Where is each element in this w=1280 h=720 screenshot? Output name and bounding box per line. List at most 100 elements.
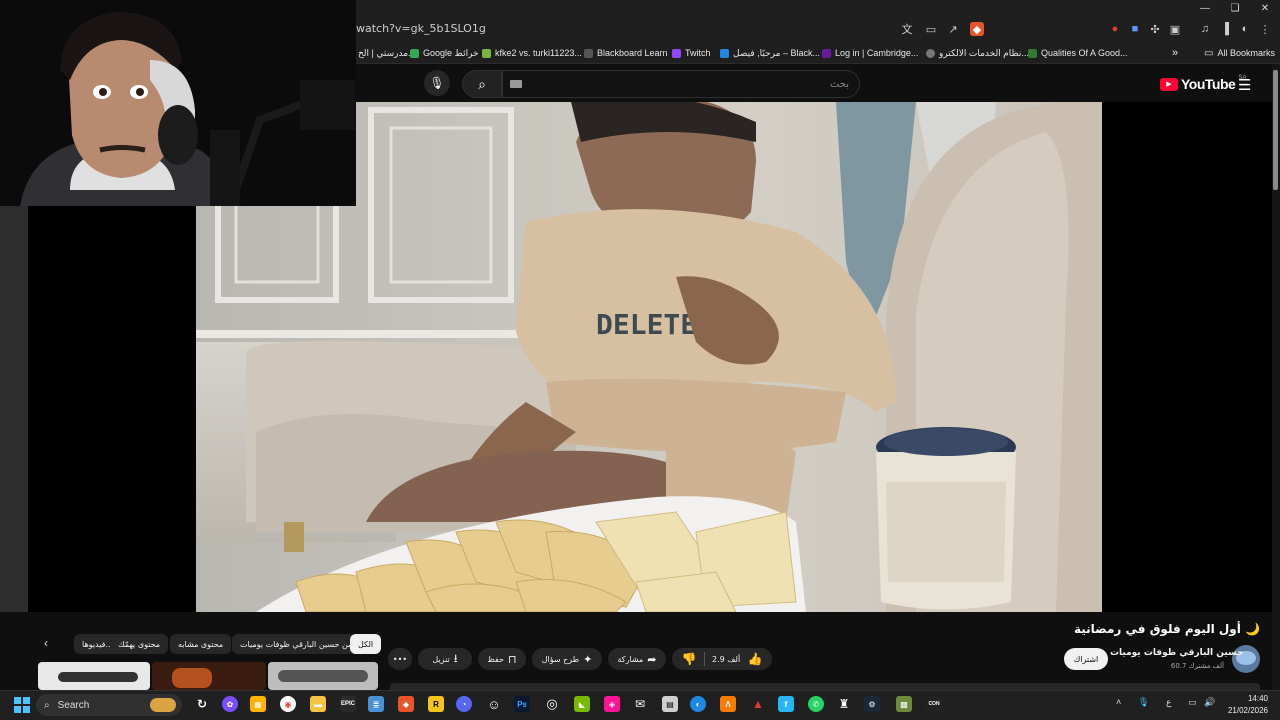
all-bookmarks-button[interactable]: ▭ All Bookmarks [1204, 46, 1275, 60]
sidepanel-icon[interactable]: ▐ [1218, 22, 1232, 36]
url-field[interactable]: watch?v=gk_5b1SLO1g [356, 22, 486, 35]
extension-translate-icon[interactable]: ■ [1128, 22, 1142, 36]
extensions-puzzle-icon[interactable]: ✣ [1148, 22, 1162, 36]
network-icon[interactable]: ▭ [1188, 697, 1197, 708]
tray-overflow-icon[interactable]: ˄ [1116, 697, 1121, 707]
menu-icon[interactable]: ☰ [1238, 76, 1251, 94]
search-input[interactable]: بحث [502, 70, 860, 98]
bookmarks-overflow-icon[interactable]: » [1172, 46, 1178, 60]
epic-games-icon[interactable]: EPIC [340, 696, 356, 712]
discord-icon[interactable]: ◔ [456, 696, 472, 712]
bookmark-item[interactable]: مرحبًا, فيصل – Black... [720, 46, 820, 60]
recommended-thumbnail[interactable] [38, 662, 150, 690]
notepad-icon[interactable]: ≣ [368, 696, 384, 712]
bookmark-item[interactable]: Log in | Cambridge... [822, 46, 918, 60]
cast-icon[interactable]: ▭ [924, 22, 938, 36]
app-icon[interactable]: f [778, 696, 794, 712]
save-button[interactable]: حفظ ⊓ [478, 648, 526, 670]
github-icon[interactable]: ☺ [486, 696, 502, 712]
subscribe-button[interactable]: اشتراك [1064, 648, 1108, 670]
app-icon[interactable]: Λ [720, 696, 736, 712]
photoshop-icon[interactable]: Ps [514, 696, 530, 712]
chip-all[interactable]: الكل [350, 634, 382, 654]
bookmark-item[interactable]: نظام الخدمات الالكترو... [926, 46, 1029, 60]
like-divider [703, 652, 705, 666]
file-explorer-icon[interactable]: ▬ [310, 696, 326, 712]
whatsapp-icon[interactable]: ✆ [808, 696, 824, 712]
bookmark-icon: ⊓ [508, 652, 517, 666]
chevron-left-icon[interactable]: ‹ [44, 636, 48, 650]
maps-icon [410, 48, 419, 58]
share-button[interactable]: مشاركة ➦ [608, 648, 666, 670]
minimize-icon[interactable]: — [1190, 0, 1220, 16]
dislike-icon[interactable]: 👎 [682, 652, 697, 666]
language-indicator[interactable]: ع [1166, 697, 1171, 708]
keyboard-icon[interactable] [510, 80, 522, 88]
microphone-tray-icon[interactable]: 🎙 [1138, 697, 1149, 708]
recommended-thumbnail[interactable] [152, 662, 266, 690]
bookmark-item[interactable]: Qualities Of A Good... [1028, 46, 1128, 60]
rockstar-icon[interactable]: R [428, 696, 444, 712]
voice-search-icon[interactable]: 🎙 [424, 70, 450, 96]
channel-name[interactable]: حسين البارقي ظوفات يوميات [1110, 648, 1244, 658]
start-tile [23, 697, 30, 704]
ask-button[interactable]: طرح سؤال ✦ [532, 648, 602, 670]
chip-for-you[interactable]: محتوى يهمّك [110, 634, 169, 654]
obs-icon[interactable]: ◎ [544, 696, 560, 712]
app-icon[interactable]: ✿ [222, 696, 238, 712]
brave-shield-icon[interactable]: ◆ [970, 22, 984, 36]
steam-icon[interactable]: ⚙ [864, 696, 880, 712]
media-icon[interactable]: ♫ [1198, 22, 1212, 36]
globe-icon [926, 48, 935, 58]
clock-date: 21/02/2026 [1227, 706, 1268, 715]
bookmark-item[interactable]: Twitch [672, 46, 711, 60]
restore-icon[interactable]: ❏ [1220, 0, 1250, 16]
app-icon[interactable]: ↻ [194, 696, 210, 712]
app-icon[interactable]: ▲ [750, 696, 766, 712]
menu-dots-icon[interactable]: ⋮ [1258, 22, 1272, 36]
windows-start-icon[interactable] [14, 697, 30, 713]
recommended-thumbnail[interactable] [268, 662, 378, 690]
comment-box-edge [390, 683, 1260, 690]
search-button[interactable]: ⌕ [462, 70, 502, 98]
translate-icon[interactable]: 文 [900, 22, 914, 36]
screenshot-icon[interactable]: ▣ [1168, 22, 1182, 36]
chip-from-channel[interactable]: من حسين البارقي ظوفات يوميات [232, 634, 361, 654]
brave-icon[interactable]: ◆ [398, 696, 414, 712]
app-icon[interactable]: ♜ [836, 696, 852, 712]
chrome-icon[interactable]: ◉ [280, 696, 296, 712]
wallet-icon[interactable]: ◐ [1238, 22, 1252, 36]
bookmark-item[interactable]: kfke2 vs. turki11223... [482, 46, 582, 60]
more-actions-icon[interactable]: ••• [388, 648, 412, 670]
share-icon[interactable]: ↗ [946, 22, 960, 36]
chip-related[interactable]: محتوى مشابه [170, 634, 232, 654]
mail-icon[interactable]: ✉ [632, 696, 648, 712]
bookmark-item[interactable]: مدرستي | الح... [358, 46, 416, 60]
youtube-play-icon: ▶ [1160, 77, 1178, 91]
close-icon[interactable]: ✕ [1250, 0, 1280, 16]
volume-icon[interactable]: 🔊 [1204, 697, 1215, 708]
start-tile [14, 706, 21, 713]
taskbar-search[interactable]: ⌕ Search [36, 694, 182, 716]
nvidia-icon[interactable]: ◣ [574, 696, 590, 712]
scrollbar-thumb[interactable] [1273, 70, 1278, 190]
bookmark-item[interactable]: Blackboard Learn [584, 46, 668, 60]
blackboard-icon [584, 48, 593, 58]
youtube-logo[interactable]: ▶ YouTube SA [1160, 75, 1246, 92]
minecraft-icon[interactable]: ▩ [896, 696, 912, 712]
bookmark-item[interactable]: Google خرائط [410, 46, 479, 60]
store-icon[interactable]: ▦ [250, 696, 266, 712]
app-icon[interactable]: ◈ [604, 696, 620, 712]
app-icon[interactable]: ▤ [662, 696, 678, 712]
extension-red-icon[interactable]: ● [1108, 22, 1122, 36]
start-tile [14, 697, 21, 704]
search-icon: ⌕ [478, 75, 486, 92]
like-icon[interactable]: 👍 [747, 652, 762, 666]
taskbar-clock[interactable]: 14:40 21/02/2026 [1228, 693, 1268, 717]
download-button[interactable]: تنزيل ⭳ [418, 648, 472, 670]
app-icon[interactable]: CON [926, 696, 942, 712]
sparkle-icon: ✦ [583, 652, 593, 666]
thumbnail-image [278, 670, 368, 682]
twitch-icon [672, 48, 681, 58]
edge-icon[interactable]: ◐ [690, 696, 706, 712]
